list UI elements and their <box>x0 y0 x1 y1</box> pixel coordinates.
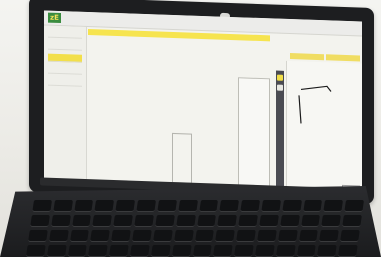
eraser-icon[interactable] <box>277 84 283 91</box>
sidebar-item-5[interactable] <box>48 77 82 87</box>
sidebar <box>44 25 87 186</box>
sidebar-item-2[interactable] <box>48 41 82 51</box>
sidebar-item-4[interactable] <box>48 65 82 75</box>
sidebar-link[interactable] <box>48 94 82 95</box>
handwriting-stroke <box>298 85 332 124</box>
panel-tab-left[interactable] <box>290 53 324 61</box>
answer-box[interactable] <box>172 132 192 184</box>
panel-tab-right[interactable] <box>326 54 360 62</box>
laptop-screen: zE あくてい <box>44 10 362 196</box>
handwriting-panel[interactable] <box>286 60 362 196</box>
app-logo: zE <box>48 12 61 24</box>
passage-column <box>238 77 270 193</box>
sidebar-item-3[interactable] <box>48 53 82 63</box>
sidebar-item-1[interactable] <box>48 29 82 39</box>
keyboard <box>25 200 365 257</box>
pen-icon[interactable] <box>277 74 283 81</box>
